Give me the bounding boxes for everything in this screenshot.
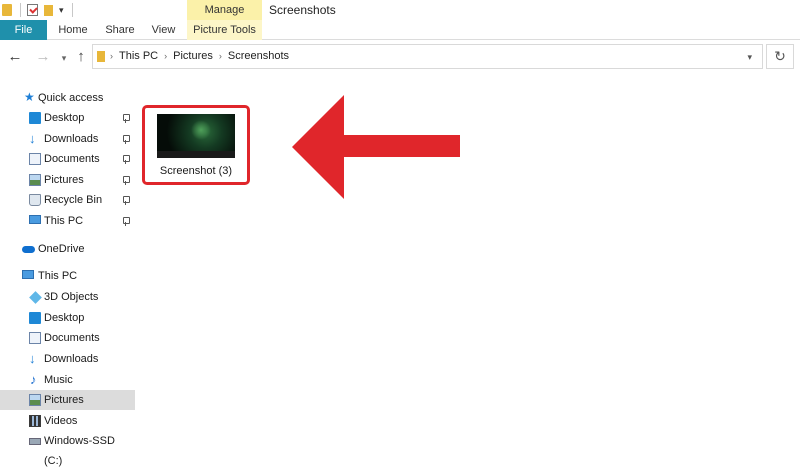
- file-list: Screenshot (3): [138, 80, 800, 450]
- sidebar-item-label: 3D Objects: [44, 291, 99, 303]
- window-title: Screenshots: [269, 3, 336, 17]
- sidebar-item-label: Recycle Bin: [44, 194, 103, 206]
- sidebar-item-documents-pc[interactable]: Documents: [0, 328, 135, 348]
- sidebar-item-label: Quick access: [38, 92, 104, 104]
- sidebar-item-label: Windows-SSD (C:): [44, 435, 115, 467]
- sidebar-item-music[interactable]: ♪ Music: [0, 370, 135, 390]
- download-icon: ↓: [29, 351, 36, 366]
- sidebar-item-label: Documents: [44, 153, 100, 165]
- sidebar-item-windows-ssd[interactable]: Windows-SSD (C:): [0, 431, 135, 467]
- drive-icon: [29, 438, 41, 445]
- chevron-right-icon[interactable]: ›: [164, 45, 167, 68]
- sidebar-item-label: Music: [44, 374, 73, 386]
- breadcrumb-pictures[interactable]: Pictures: [173, 45, 213, 68]
- recycle-bin-icon: [29, 194, 41, 206]
- ribbon-tabs: File Home Share View Picture Tools: [0, 20, 800, 40]
- this-pc-icon: [29, 215, 41, 224]
- sidebar-item-label: Downloads: [44, 353, 99, 365]
- up-arrow-icon[interactable]: ↑: [73, 48, 89, 66]
- pin-icon[interactable]: [122, 114, 130, 123]
- tab-picture-tools[interactable]: Picture Tools: [187, 20, 262, 40]
- sidebar-item-label: This PC: [38, 270, 78, 282]
- sidebar-item-pictures-pc[interactable]: Pictures: [0, 390, 135, 410]
- annotation-arrow: [292, 95, 460, 199]
- toolbar-divider: [20, 3, 21, 17]
- pin-icon[interactable]: [122, 176, 130, 185]
- tab-file[interactable]: File: [0, 20, 47, 40]
- tab-share[interactable]: Share: [104, 20, 136, 40]
- sidebar-item-downloads[interactable]: ↓ Downloads: [0, 129, 135, 149]
- address-bar[interactable]: › This PC › Pictures › Screenshots ▾: [92, 44, 763, 69]
- sidebar-item-desktop-pc[interactable]: Desktop: [0, 308, 135, 328]
- file-name: Screenshot (3): [159, 165, 233, 177]
- title-bar: ▾ Manage Screenshots: [0, 0, 800, 20]
- pin-icon[interactable]: [122, 217, 130, 226]
- sidebar-item-recycle-bin[interactable]: Recycle Bin: [0, 190, 135, 210]
- pictures-icon: [29, 394, 41, 406]
- pin-icon[interactable]: [122, 196, 130, 205]
- pin-icon[interactable]: [122, 155, 130, 164]
- documents-icon: [29, 332, 41, 344]
- properties-icon[interactable]: [27, 4, 38, 16]
- refresh-button[interactable]: ↻: [766, 44, 794, 69]
- arrow-shape: [292, 95, 460, 199]
- file-thumbnail: [157, 114, 235, 158]
- this-pc-icon: [22, 270, 34, 279]
- chevron-down-icon[interactable]: ▾: [747, 52, 752, 63]
- star-icon: ★: [24, 90, 35, 104]
- sidebar-item-3d-objects[interactable]: 3D Objects: [0, 287, 135, 307]
- sidebar-item-this-pc[interactable]: This PC: [0, 266, 135, 286]
- tab-view[interactable]: View: [150, 20, 177, 40]
- new-folder-icon[interactable]: [44, 4, 53, 16]
- sidebar-item-pictures[interactable]: Pictures: [0, 170, 135, 190]
- quick-access-toolbar: ▾: [2, 2, 73, 18]
- documents-icon: [29, 153, 41, 165]
- chevron-right-icon[interactable]: ›: [110, 45, 113, 68]
- recent-locations-icon[interactable]: ▾: [58, 49, 70, 67]
- thumbnail-glow: [191, 120, 211, 140]
- desktop-icon: [29, 112, 41, 124]
- pictures-icon: [29, 174, 41, 186]
- sidebar-item-videos[interactable]: Videos: [0, 411, 135, 431]
- file-item[interactable]: Screenshot (3): [142, 105, 250, 185]
- tab-home[interactable]: Home: [55, 20, 91, 40]
- 3d-objects-icon: [29, 291, 42, 304]
- breadcrumb: › This PC › Pictures › Screenshots: [110, 45, 289, 68]
- cloud-icon: [22, 246, 35, 253]
- sidebar-item-label: Desktop: [44, 112, 85, 124]
- sidebar-item-label: Documents: [44, 332, 100, 344]
- folder-icon: [97, 51, 105, 62]
- sidebar-item-documents[interactable]: Documents: [0, 149, 135, 169]
- desktop-icon: [29, 312, 41, 324]
- download-icon: ↓: [29, 131, 36, 146]
- sidebar-item-this-pc-quick[interactable]: This PC: [0, 211, 135, 231]
- videos-icon: [29, 415, 41, 427]
- sidebar-item-label: OneDrive: [38, 243, 85, 255]
- sidebar-item-label: Pictures: [44, 394, 84, 406]
- sidebar-item-onedrive[interactable]: OneDrive: [0, 239, 135, 259]
- back-arrow-icon[interactable]: ←: [6, 48, 24, 66]
- sidebar-item-downloads-pc[interactable]: ↓ Downloads: [0, 349, 135, 369]
- navigation-pane: ★ Quick access Desktop ↓ Downloads Docum…: [0, 80, 135, 467]
- forward-arrow-icon[interactable]: →: [34, 48, 52, 66]
- sidebar-item-label: Desktop: [44, 312, 85, 324]
- toolbar-divider: [71, 3, 73, 17]
- pin-icon[interactable]: [122, 135, 130, 144]
- chevron-right-icon[interactable]: ›: [219, 45, 222, 68]
- breadcrumb-screenshots[interactable]: Screenshots: [228, 45, 289, 68]
- sidebar-item-label: Pictures: [44, 174, 84, 186]
- tab-manage[interactable]: Manage: [187, 0, 262, 20]
- breadcrumb-this-pc[interactable]: This PC: [119, 45, 158, 68]
- music-icon: ♪: [30, 372, 37, 387]
- customize-toolbar-icon[interactable]: ▾: [59, 5, 64, 15]
- sidebar-item-quick-access[interactable]: ★ Quick access: [0, 88, 135, 108]
- folder-icon[interactable]: [2, 4, 12, 16]
- thumbnail-taskbar: [157, 151, 235, 158]
- sidebar-item-label: Downloads: [44, 133, 99, 145]
- refresh-icon: ↻: [774, 48, 786, 64]
- sidebar-item-label: This PC: [44, 215, 84, 227]
- address-row: ← → ▾ ↑ › This PC › Pictures › Screensho…: [0, 40, 800, 74]
- sidebar-item-label: Videos: [44, 415, 78, 427]
- sidebar-item-desktop[interactable]: Desktop: [0, 108, 135, 128]
